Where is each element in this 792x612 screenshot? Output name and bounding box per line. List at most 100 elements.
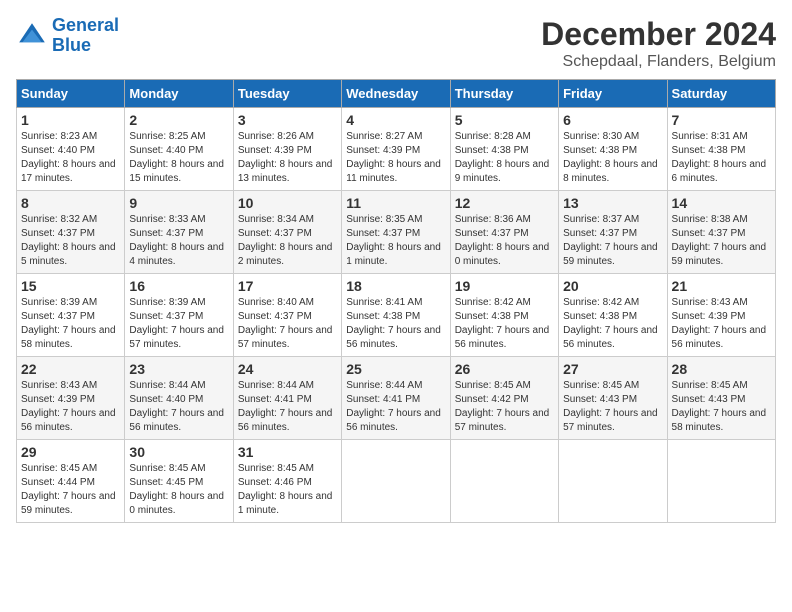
calendar-cell: 26 Sunrise: 8:45 AM Sunset: 4:42 PM Dayli… <box>450 357 558 440</box>
day-number: 12 <box>455 195 554 211</box>
day-info: Sunrise: 8:25 AM Sunset: 4:40 PM Dayligh… <box>129 130 228 186</box>
day-info: Sunrise: 8:35 AM Sunset: 4:37 PM Dayligh… <box>346 213 445 269</box>
weekday-header-row: SundayMondayTuesdayWednesdayThursdayFrid… <box>17 80 776 108</box>
day-number: 7 <box>672 112 771 128</box>
day-info: Sunrise: 8:27 AM Sunset: 4:39 PM Dayligh… <box>346 130 445 186</box>
calendar-cell: 20Sunrise: 8:42 AM Sunset: 4:38 PM Dayli… <box>559 274 667 357</box>
day-number: 10 <box>238 195 337 211</box>
logo-text: General Blue <box>52 16 119 56</box>
day-info: Sunrise: 8:23 AM Sunset: 4:40 PM Dayligh… <box>21 130 120 186</box>
calendar-cell: 18 Sunrise: 8:41 AM Sunset: 4:38 PM Dayli… <box>342 274 450 357</box>
weekday-header-tuesday: Tuesday <box>233 80 341 108</box>
calendar-cell: 9 Sunrise: 8:33 AM Sunset: 4:37 PM Daylig… <box>125 191 233 274</box>
day-info: Sunrise: 8:28 AM Sunset: 4:38 PM Dayligh… <box>455 130 554 186</box>
day-number: 2 <box>129 112 228 128</box>
day-number: 25 <box>346 361 445 377</box>
calendar-cell: 27 Sunrise: 8:45 AM Sunset: 4:43 PM Dayli… <box>559 357 667 440</box>
day-info: Sunrise: 8:45 AM Sunset: 4:45 PM Dayligh… <box>129 462 228 518</box>
day-number: 22 <box>21 361 120 377</box>
day-info: Sunrise: 8:43 AM Sunset: 4:39 PM Dayligh… <box>21 379 120 435</box>
day-number: 8 <box>21 195 120 211</box>
day-number: 14 <box>672 195 771 211</box>
day-info: Sunrise: 8:37 AM Sunset: 4:37 PM Dayligh… <box>563 213 662 269</box>
day-number: 20 <box>563 278 662 294</box>
calendar-cell: 5Sunrise: 8:28 AM Sunset: 4:38 PM Daylig… <box>450 108 558 191</box>
day-number: 1 <box>21 112 120 128</box>
day-number: 30 <box>129 444 228 460</box>
calendar-cell <box>559 440 667 523</box>
week-row-5: 29 Sunrise: 8:45 AM Sunset: 4:44 PM Dayli… <box>17 440 776 523</box>
day-number: 17 <box>238 278 337 294</box>
week-row-2: 8 Sunrise: 8:32 AM Sunset: 4:37 PM Daylig… <box>17 191 776 274</box>
calendar-cell <box>342 440 450 523</box>
day-number: 21 <box>672 278 771 294</box>
day-number: 23 <box>129 361 228 377</box>
calendar-cell: 6Sunrise: 8:30 AM Sunset: 4:38 PM Daylig… <box>559 108 667 191</box>
day-info: Sunrise: 8:30 AM Sunset: 4:38 PM Dayligh… <box>563 130 662 186</box>
day-number: 3 <box>238 112 337 128</box>
calendar-cell: 11 Sunrise: 8:35 AM Sunset: 4:37 PM Dayli… <box>342 191 450 274</box>
day-number: 11 <box>346 195 445 211</box>
day-info: Sunrise: 8:44 AM Sunset: 4:40 PM Dayligh… <box>129 379 228 435</box>
day-info: Sunrise: 8:39 AM Sunset: 4:37 PM Dayligh… <box>129 296 228 352</box>
week-row-4: 22 Sunrise: 8:43 AM Sunset: 4:39 PM Dayli… <box>17 357 776 440</box>
day-number: 15 <box>21 278 120 294</box>
day-info: Sunrise: 8:32 AM Sunset: 4:37 PM Dayligh… <box>21 213 120 269</box>
month-title: December 2024 <box>541 16 776 53</box>
calendar-cell: 14Sunrise: 8:38 AM Sunset: 4:37 PM Dayli… <box>667 191 775 274</box>
calendar-cell: 23 Sunrise: 8:44 AM Sunset: 4:40 PM Dayli… <box>125 357 233 440</box>
calendar-cell: 12 Sunrise: 8:36 AM Sunset: 4:37 PM Dayli… <box>450 191 558 274</box>
weekday-header-wednesday: Wednesday <box>342 80 450 108</box>
header: General Blue December 2024 Schepdaal, Fl… <box>16 16 776 71</box>
day-info: Sunrise: 8:41 AM Sunset: 4:38 PM Dayligh… <box>346 296 445 352</box>
day-info: Sunrise: 8:36 AM Sunset: 4:37 PM Dayligh… <box>455 213 554 269</box>
location-title: Schepdaal, Flanders, Belgium <box>541 53 776 71</box>
weekday-header-saturday: Saturday <box>667 80 775 108</box>
day-info: Sunrise: 8:45 AM Sunset: 4:44 PM Dayligh… <box>21 462 120 518</box>
day-number: 9 <box>129 195 228 211</box>
day-number: 26 <box>455 361 554 377</box>
weekday-header-thursday: Thursday <box>450 80 558 108</box>
calendar-cell: 17 Sunrise: 8:40 AM Sunset: 4:37 PM Dayli… <box>233 274 341 357</box>
day-number: 27 <box>563 361 662 377</box>
day-info: Sunrise: 8:45 AM Sunset: 4:43 PM Dayligh… <box>563 379 662 435</box>
day-info: Sunrise: 8:40 AM Sunset: 4:37 PM Dayligh… <box>238 296 337 352</box>
weekday-header-monday: Monday <box>125 80 233 108</box>
day-info: Sunrise: 8:44 AM Sunset: 4:41 PM Dayligh… <box>238 379 337 435</box>
calendar-cell: 16Sunrise: 8:39 AM Sunset: 4:37 PM Dayli… <box>125 274 233 357</box>
logo: General Blue <box>16 16 119 56</box>
day-info: Sunrise: 8:45 AM Sunset: 4:46 PM Dayligh… <box>238 462 337 518</box>
calendar-cell: 22 Sunrise: 8:43 AM Sunset: 4:39 PM Dayli… <box>17 357 125 440</box>
day-number: 24 <box>238 361 337 377</box>
calendar-cell: 13 Sunrise: 8:37 AM Sunset: 4:37 PM Dayli… <box>559 191 667 274</box>
calendar-cell: 29 Sunrise: 8:45 AM Sunset: 4:44 PM Dayli… <box>17 440 125 523</box>
day-info: Sunrise: 8:42 AM Sunset: 4:38 PM Dayligh… <box>455 296 554 352</box>
day-number: 28 <box>672 361 771 377</box>
week-row-3: 15 Sunrise: 8:39 AM Sunset: 4:37 PM Dayli… <box>17 274 776 357</box>
day-info: Sunrise: 8:39 AM Sunset: 4:37 PM Dayligh… <box>21 296 120 352</box>
day-info: Sunrise: 8:31 AM Sunset: 4:38 PM Dayligh… <box>672 130 771 186</box>
calendar-cell: 7 Sunrise: 8:31 AM Sunset: 4:38 PM Daylig… <box>667 108 775 191</box>
day-info: Sunrise: 8:45 AM Sunset: 4:43 PM Dayligh… <box>672 379 771 435</box>
logo-icon <box>16 20 48 52</box>
day-info: Sunrise: 8:26 AM Sunset: 4:39 PM Dayligh… <box>238 130 337 186</box>
logo-line1: General <box>52 15 119 35</box>
weekday-header-sunday: Sunday <box>17 80 125 108</box>
calendar-cell: 2 Sunrise: 8:25 AM Sunset: 4:40 PM Daylig… <box>125 108 233 191</box>
calendar-cell: 10 Sunrise: 8:34 AM Sunset: 4:37 PM Dayli… <box>233 191 341 274</box>
day-info: Sunrise: 8:34 AM Sunset: 4:37 PM Dayligh… <box>238 213 337 269</box>
calendar-cell: 21Sunrise: 8:43 AM Sunset: 4:39 PM Dayli… <box>667 274 775 357</box>
calendar-cell: 25Sunrise: 8:44 AM Sunset: 4:41 PM Dayli… <box>342 357 450 440</box>
day-number: 13 <box>563 195 662 211</box>
day-info: Sunrise: 8:33 AM Sunset: 4:37 PM Dayligh… <box>129 213 228 269</box>
title-area: December 2024 Schepdaal, Flanders, Belgi… <box>541 16 776 71</box>
day-number: 4 <box>346 112 445 128</box>
day-number: 29 <box>21 444 120 460</box>
day-number: 18 <box>346 278 445 294</box>
calendar-table: SundayMondayTuesdayWednesdayThursdayFrid… <box>16 79 776 523</box>
calendar-cell: 24 Sunrise: 8:44 AM Sunset: 4:41 PM Dayli… <box>233 357 341 440</box>
weekday-header-friday: Friday <box>559 80 667 108</box>
week-row-1: 1 Sunrise: 8:23 AM Sunset: 4:40 PM Daylig… <box>17 108 776 191</box>
day-info: Sunrise: 8:45 AM Sunset: 4:42 PM Dayligh… <box>455 379 554 435</box>
logo-line2: Blue <box>52 35 91 55</box>
